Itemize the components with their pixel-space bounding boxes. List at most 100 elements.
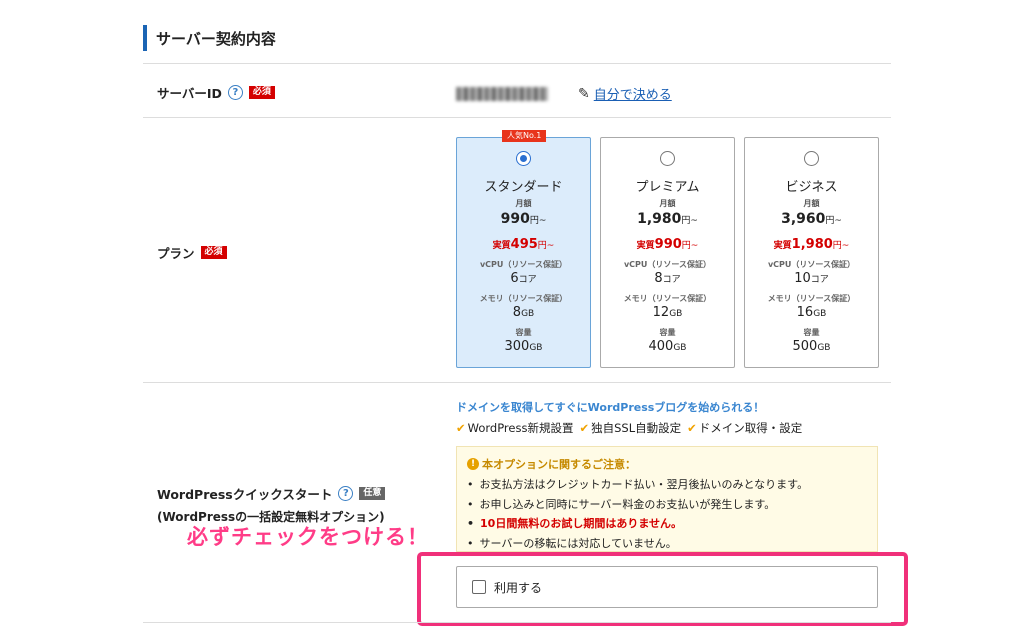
feature-text: ドメイン取得・設定 [698, 421, 803, 435]
notice-item: サーバーの移転には対応していません。 [467, 534, 867, 554]
yen-suffix: 円~ [832, 241, 850, 251]
vcpu-label: vCPU（リソース保証） [623, 260, 712, 269]
notice-item: 10日間無料のお試し期間はありません。 [467, 514, 867, 534]
plan-actual-value: 495 [510, 237, 538, 252]
server-id-value-area: ✎ 自分で決める [456, 84, 672, 103]
storage-label: 容量 [803, 328, 820, 337]
plan-actual-price: 実質1,980円~ [745, 237, 878, 252]
memory-number: 8 [512, 305, 522, 320]
feature-text: WordPress新規設置 [467, 421, 574, 435]
plan-actual-price: 実質990円~ [601, 237, 734, 252]
edit-link-text[interactable]: 自分で決める [594, 84, 672, 103]
gb-unit: GB [817, 343, 831, 353]
wordpress-label-area: WordPressクイックスタート ? 任意 (WordPressの一括設定無料… [157, 484, 386, 525]
storage-label: 容量 [515, 328, 532, 337]
plan-radio[interactable] [660, 151, 675, 166]
required-badge: 必須 [248, 85, 275, 100]
gb-unit: GB [813, 309, 827, 319]
server-id-value [456, 86, 548, 101]
notice-box: ! 本オプションに関するご注意： お支払方法はクレジットカード払い・翌月後払いの… [456, 446, 878, 552]
notice-item: お申し込みと同時にサーバー料金のお支払いが発生します。 [467, 495, 867, 515]
storage-label: 容量 [659, 328, 676, 337]
wordpress-lead: ドメインを取得してすぐにWordPressブログを始められる！ [456, 401, 765, 414]
notice-list: お支払方法はクレジットカード払い・翌月後払いのみとなります。お申し込みと同時にサ… [467, 475, 867, 553]
plan-option-card[interactable]: プレミアム 月額 1,980円~ 実質990円~ vCPU（リソース保証） 8コ… [600, 137, 735, 368]
core-unit: コア [518, 275, 537, 285]
plan-actual-value: 1,980 [791, 237, 833, 252]
core-unit: コア [662, 275, 681, 285]
highlight-frame [417, 552, 908, 626]
memory-number: 12 [652, 305, 670, 320]
plan-radio[interactable] [804, 151, 819, 166]
plan-option-card[interactable]: スタンダード 月額 990円~ 実質495円~ vCPU（リソース保証） 6コア… [456, 137, 591, 368]
plan-price: 1,980円~ [601, 211, 734, 227]
vcpu-number: 10 [794, 271, 811, 286]
storage-value: 300GB [457, 339, 590, 354]
divider [143, 622, 891, 623]
pencil-icon: ✎ [578, 85, 590, 102]
memory-value: 8GB [457, 305, 590, 320]
actual-prefix: 実質 [492, 241, 511, 251]
yen-suffix: 円~ [825, 216, 842, 226]
plan-option-card[interactable]: ビジネス 月額 3,960円~ 実質1,980円~ vCPU（リソース保証） 1… [744, 137, 879, 368]
memory-label: メモリ（リソース保証） [623, 294, 712, 303]
server-id-label-row: サーバーID ? 必須 [157, 83, 275, 102]
plan-name: スタンダード [484, 180, 563, 195]
help-icon[interactable]: ? [338, 486, 354, 501]
plan-label-row: プラン 必須 [157, 243, 227, 262]
wordpress-label: WordPressクイックスタート [157, 487, 333, 502]
yen-suffix: 円~ [681, 241, 699, 251]
actual-prefix: 実質 [773, 241, 792, 251]
vcpu-number: 8 [654, 271, 663, 286]
notice-item: お支払方法はクレジットカード払い・翌月後払いのみとなります。 [467, 475, 867, 495]
plan-radio[interactable] [516, 151, 531, 166]
feature-item: ✔ WordPress新規設置 [456, 420, 573, 436]
storage-number: 300 [504, 339, 530, 354]
divider [143, 382, 891, 383]
plan-actual-price: 実質495円~ [457, 237, 590, 252]
core-unit: コア [810, 275, 829, 285]
plan-price: 990円~ [457, 211, 590, 227]
monthly-label: 月額 [515, 199, 532, 208]
storage-value: 500GB [745, 339, 878, 354]
memory-label: メモリ（リソース保証） [767, 294, 856, 303]
required-badge: 必須 [200, 245, 227, 260]
yen-suffix: 円~ [681, 216, 698, 226]
section-accent-bar [143, 25, 147, 51]
divider [143, 117, 891, 118]
memory-value: 16GB [745, 305, 878, 320]
memory-label: メモリ（リソース保証） [479, 294, 568, 303]
plan-price-value: 990 [500, 211, 530, 227]
yen-suffix: 円~ [529, 216, 547, 226]
feature-text: 独自SSL自動設定 [591, 421, 682, 435]
memory-number: 16 [796, 305, 814, 320]
edit-server-id-link[interactable]: ✎ 自分で決める [578, 84, 672, 104]
plan-name: プレミアム [635, 180, 700, 195]
plan-price-value: 3,960 [781, 211, 826, 227]
vcpu-value: 6コア [457, 271, 590, 286]
section-header: サーバー契約内容 [143, 24, 276, 52]
notice-title-row: ! 本オプションに関するご注意： [467, 456, 867, 472]
vcpu-value: 10コア [745, 271, 878, 286]
gb-unit: GB [669, 309, 683, 319]
actual-prefix: 実質 [636, 241, 655, 251]
storage-value: 400GB [601, 339, 734, 354]
monthly-label: 月額 [659, 199, 676, 208]
vcpu-value: 8コア [601, 271, 734, 286]
gb-unit: GB [673, 343, 687, 353]
vcpu-number: 6 [510, 271, 519, 286]
feature-item: ✔ ドメイン取得・設定 [687, 420, 802, 436]
divider [143, 63, 891, 64]
yen-suffix: 円~ [537, 241, 555, 251]
check-icon: ✔ [579, 421, 590, 435]
popular-badge: 人気No.1 [502, 130, 547, 143]
gb-unit: GB [521, 309, 535, 319]
server-id-label: サーバーID [157, 86, 222, 101]
help-icon[interactable]: ? [227, 85, 243, 100]
storage-number: 400 [648, 339, 674, 354]
notice-title: 本オプションに関するご注意： [482, 458, 636, 471]
optional-badge: 任意 [359, 486, 386, 501]
section-title: サーバー契約内容 [156, 29, 276, 48]
plan-actual-value: 990 [654, 237, 682, 252]
storage-number: 500 [792, 339, 818, 354]
